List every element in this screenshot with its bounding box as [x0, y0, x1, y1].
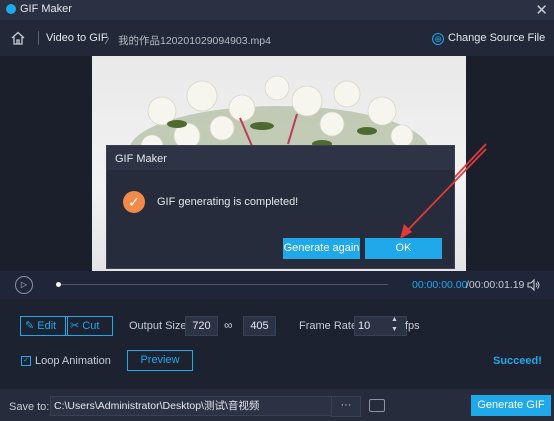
progress-knob[interactable]	[56, 282, 61, 287]
preview-button[interactable]: Preview	[127, 350, 193, 371]
loop-animation-label[interactable]: Loop Animation	[35, 355, 111, 367]
change-source-file-button[interactable]: Change Source File	[448, 32, 545, 44]
output-size-label: Output Size:	[129, 320, 190, 332]
dialog-title: GIF Maker	[115, 153, 167, 165]
cut-button[interactable]: ✂ Cut	[65, 316, 113, 336]
edit-icon: ✎	[25, 320, 35, 332]
progress-track[interactable]	[58, 284, 388, 285]
link-icon[interactable]: ∞	[224, 318, 233, 332]
fps-unit-label: fps	[405, 320, 420, 332]
success-check-icon: ✓	[123, 191, 145, 213]
title-bar	[0, 0, 554, 20]
frame-rate-field[interactable]: 10	[354, 316, 407, 336]
nav-divider	[38, 31, 39, 45]
frame-rate-increase-icon[interactable]: ▲	[391, 316, 398, 323]
output-width-field[interactable]: 720	[185, 316, 218, 336]
output-height-field[interactable]: 405	[243, 316, 276, 336]
total-time: /00:00:01.19	[466, 279, 525, 291]
generate-gif-button[interactable]: Generate GIF	[471, 395, 551, 416]
generate-again-button[interactable]: Generate again	[283, 238, 360, 259]
breadcrumb-video-to-gif[interactable]: Video to GIF	[46, 32, 108, 44]
app-logo-icon	[6, 4, 16, 14]
home-icon[interactable]	[10, 30, 26, 46]
save-to-label: Save to:	[9, 401, 50, 413]
volume-icon[interactable]	[526, 278, 540, 292]
breadcrumb-file-name: 我的作品120201029094903.mp4	[118, 35, 271, 47]
add-circle-icon[interactable]: ⊕	[432, 33, 444, 45]
scissors-icon: ✂	[70, 320, 80, 332]
dialog-message: GIF generating is completed!	[157, 196, 299, 208]
current-time: 00:00:00.00	[412, 279, 468, 291]
edit-button[interactable]: ✎ Edit	[20, 316, 68, 336]
frame-rate-label: Frame Rate:	[299, 320, 361, 332]
close-button[interactable]: ✕	[535, 1, 548, 19]
edit-label: Edit	[37, 320, 57, 332]
open-folder-icon[interactable]	[369, 399, 385, 412]
status-succeed: Succeed!	[493, 355, 542, 367]
frame-rate-decrease-icon[interactable]: ▼	[391, 326, 398, 333]
play-button[interactable]: ▷	[15, 276, 33, 294]
loop-animation-checkbox[interactable]: ✓	[21, 356, 31, 366]
annotation-arrow-overlay	[400, 148, 487, 239]
controls-panel	[0, 299, 554, 389]
cut-label: Cut	[82, 320, 100, 332]
save-path-field[interactable]: C:\Users\Administrator\Desktop\测试\音视频	[50, 396, 335, 416]
chevron-right-icon: 〉	[104, 32, 117, 46]
window-title: GIF Maker	[20, 3, 72, 15]
browse-button[interactable]: ···	[331, 396, 361, 417]
